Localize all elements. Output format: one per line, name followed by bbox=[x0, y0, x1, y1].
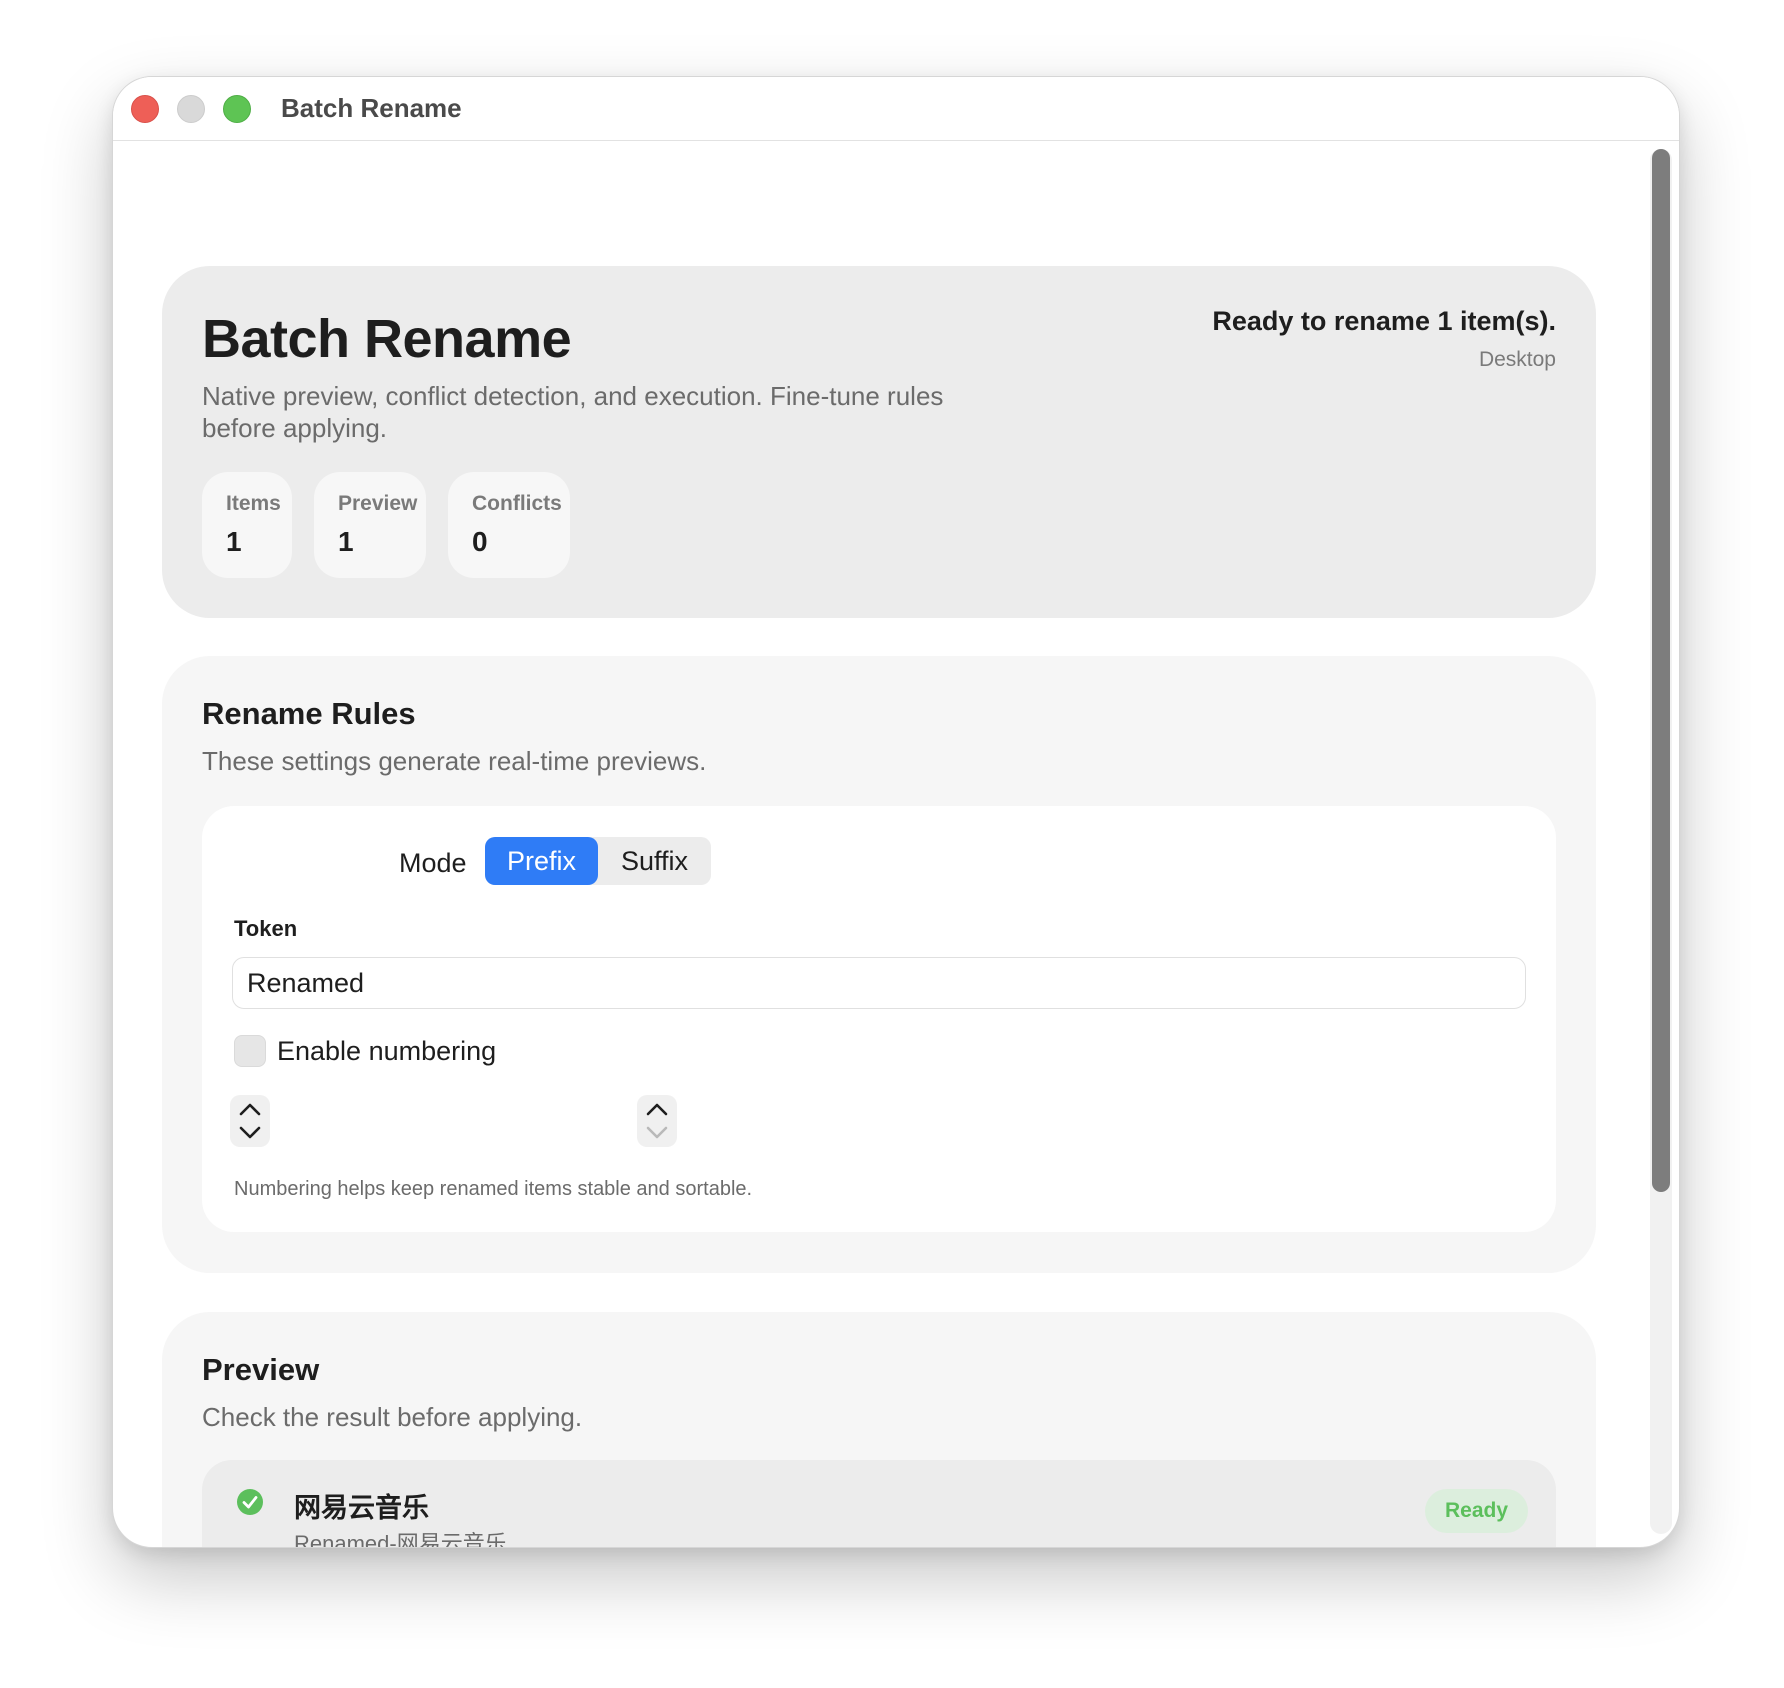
mode-label: Mode bbox=[399, 848, 467, 878]
page-subtitle: Native preview, conflict detection, and … bbox=[202, 381, 944, 443]
enable-numbering-label[interactable]: Enable numbering bbox=[277, 1036, 496, 1067]
maximize-icon[interactable] bbox=[223, 95, 251, 123]
chevron-down-icon[interactable] bbox=[646, 1126, 668, 1139]
original-filename: 网易云音乐 bbox=[294, 1493, 429, 1523]
status-text: Ready to rename 1 item(s). bbox=[1212, 306, 1556, 336]
mode-segmented-control: Prefix Suffix bbox=[485, 837, 711, 885]
section-title: Rename Rules bbox=[202, 696, 416, 731]
close-icon[interactable] bbox=[131, 95, 159, 123]
section-subtitle: These settings generate real-time previe… bbox=[202, 746, 707, 776]
preview-row: 网易云音乐 Renamed-网易云音乐 Ready bbox=[202, 1460, 1556, 1547]
app-window: Batch Rename Batch Rename Native preview… bbox=[112, 76, 1680, 1548]
enable-numbering-checkbox[interactable] bbox=[234, 1035, 266, 1067]
stat-value: 1 bbox=[226, 526, 242, 557]
desktop-background: Batch Rename Batch Rename Native preview… bbox=[0, 0, 1784, 1688]
stat-value: 1 bbox=[338, 526, 354, 557]
stat-items: Items 1 bbox=[202, 472, 292, 578]
header-card: Batch Rename Native preview, conflict de… bbox=[162, 266, 1596, 618]
numbering-help-text: Numbering helps keep renamed items stabl… bbox=[234, 1178, 753, 1200]
rules-form: Mode Prefix Suffix Token Enable numberin… bbox=[202, 806, 1556, 1232]
scrollbar-thumb[interactable] bbox=[1652, 149, 1670, 1192]
stat-label: Preview bbox=[338, 492, 418, 515]
renamed-filename: Renamed-网易云音乐 bbox=[294, 1531, 507, 1547]
preview-card: Preview Check the result before applying… bbox=[162, 1312, 1596, 1547]
status-badge: Ready bbox=[1424, 1489, 1528, 1533]
stat-preview: Preview 1 bbox=[314, 472, 426, 578]
location-text: Desktop bbox=[1478, 348, 1556, 371]
checkmark-circle-icon bbox=[237, 1489, 263, 1515]
title-bar: Batch Rename bbox=[113, 77, 1679, 141]
start-number-stepper[interactable] bbox=[230, 1095, 270, 1147]
digits-stepper[interactable] bbox=[637, 1095, 677, 1147]
stat-conflicts: Conflicts 0 bbox=[448, 472, 570, 578]
stat-value: 0 bbox=[472, 526, 488, 557]
mode-prefix-option[interactable]: Prefix bbox=[485, 837, 598, 885]
token-input[interactable] bbox=[232, 957, 1526, 1009]
chevron-up-icon[interactable] bbox=[239, 1103, 261, 1116]
window-title: Batch Rename bbox=[281, 93, 462, 123]
minimize-icon[interactable] bbox=[177, 95, 205, 123]
chevron-up-icon[interactable] bbox=[646, 1103, 668, 1116]
token-label: Token bbox=[234, 916, 298, 941]
chevron-down-icon[interactable] bbox=[239, 1126, 261, 1139]
rename-rules-card: Rename Rules These settings generate rea… bbox=[162, 656, 1596, 1273]
scroll-content: Batch Rename Native preview, conflict de… bbox=[113, 141, 1643, 1547]
section-subtitle: Check the result before applying. bbox=[202, 1402, 583, 1432]
stat-label: Items bbox=[226, 492, 281, 515]
page-title: Batch Rename bbox=[202, 309, 572, 369]
mode-suffix-option[interactable]: Suffix bbox=[598, 837, 711, 885]
section-title: Preview bbox=[202, 1352, 320, 1387]
stat-label: Conflicts bbox=[472, 492, 562, 515]
